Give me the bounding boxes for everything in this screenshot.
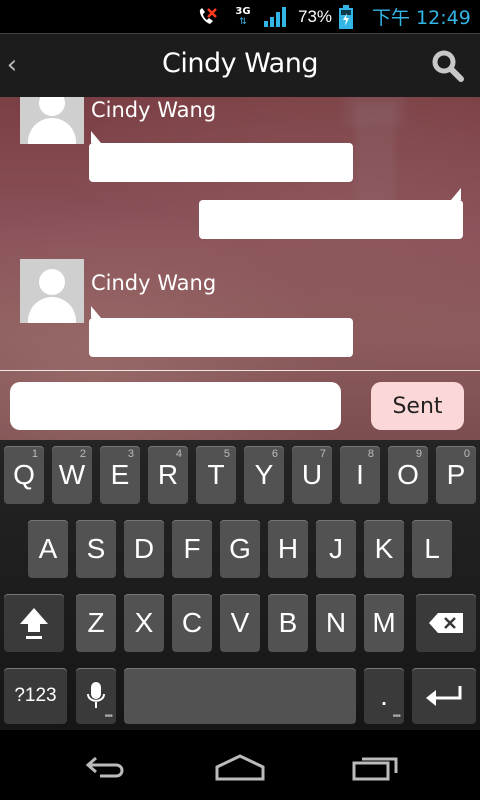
key-d[interactable]: D (124, 520, 164, 578)
battery-percent: 73% (298, 6, 333, 26)
key-b[interactable]: B (268, 594, 308, 652)
avatar[interactable] (20, 259, 84, 323)
key-f[interactable]: F (172, 520, 212, 578)
message-composer: Sent (0, 370, 480, 440)
key-z[interactable]: Z (76, 594, 116, 652)
missed-call-icon (196, 0, 222, 33)
key-n[interactable]: N (316, 594, 356, 652)
key-u[interactable]: U7 (292, 446, 332, 504)
symbols-key[interactable]: ?123 (4, 668, 67, 724)
message-input[interactable] (10, 382, 341, 430)
key-w[interactable]: W2 (52, 446, 92, 504)
status-bar: 3G ⇅ 73% 下午 12:49 (0, 0, 480, 33)
key-x[interactable]: X (124, 594, 164, 652)
key-l[interactable]: L (412, 520, 452, 578)
space-key[interactable] (124, 668, 356, 724)
key-h[interactable]: H (268, 520, 308, 578)
network-type-label: 3G (235, 5, 251, 17)
key-e[interactable]: E3 (100, 446, 140, 504)
outgoing-message-bubble[interactable] (199, 188, 463, 239)
soft-keyboard: Q1 W2 E3 R4 T5 Y6 U7 I8 O9 P0 A S D F G … (0, 440, 480, 730)
signal-strength-icon (263, 0, 291, 33)
delete-key[interactable] (416, 594, 476, 652)
key-j[interactable]: J (316, 520, 356, 578)
key-k[interactable]: K (364, 520, 404, 578)
key-a[interactable]: A (28, 520, 68, 578)
avatar[interactable] (20, 97, 84, 144)
key-q[interactable]: Q1 (4, 446, 44, 504)
key-c[interactable]: C (172, 594, 212, 652)
enter-arrow-icon (426, 686, 462, 706)
clock: 下午 12:49 (372, 7, 471, 29)
key-y[interactable]: Y6 (244, 446, 284, 504)
key-s[interactable]: S (76, 520, 116, 578)
period-key[interactable]: . ••• (364, 668, 404, 724)
home-icon[interactable] (210, 750, 270, 784)
sender-name: Cindy Wang (91, 271, 217, 295)
shift-arrow-icon (20, 608, 48, 639)
network-type-indicator: 3G ⇅ (232, 0, 254, 33)
key-v[interactable]: V (220, 594, 260, 652)
shift-key[interactable] (4, 594, 64, 652)
key-g[interactable]: G (220, 520, 260, 578)
key-o[interactable]: O9 (388, 446, 428, 504)
navigation-bar (0, 730, 480, 800)
data-transfer-icon: ⇅ (239, 16, 247, 27)
microphone-icon (87, 682, 105, 708)
page-title: Cindy Wang (162, 48, 318, 79)
incoming-message-bubble[interactable] (89, 306, 353, 357)
sender-name: Cindy Wang (91, 98, 217, 122)
recent-apps-icon[interactable] (346, 750, 406, 784)
key-i[interactable]: I8 (340, 446, 380, 504)
key-r[interactable]: R4 (148, 446, 188, 504)
key-p[interactable]: P0 (436, 446, 476, 504)
key-t[interactable]: T5 (196, 446, 236, 504)
key-m[interactable]: M (364, 594, 404, 652)
action-bar: ‹ Cindy Wang (0, 33, 480, 97)
voice-input-key[interactable]: ••• (76, 668, 116, 724)
incoming-message-bubble[interactable] (89, 131, 353, 182)
backspace-icon (429, 613, 463, 633)
send-button[interactable]: Sent (371, 382, 464, 430)
enter-key[interactable] (412, 668, 476, 724)
back-icon[interactable] (76, 750, 136, 784)
battery-charging-icon (339, 0, 357, 33)
search-icon[interactable] (430, 48, 466, 84)
